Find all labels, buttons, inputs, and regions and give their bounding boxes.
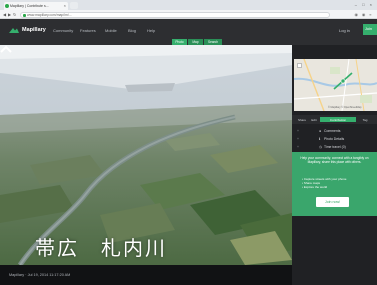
tab-tag[interactable]: Tag xyxy=(358,117,372,122)
join-now-button[interactable]: Join now! xyxy=(316,197,349,207)
nav-community[interactable]: Community xyxy=(53,28,73,33)
tab-contribution[interactable]: Contribution xyxy=(320,117,356,122)
side-panel: © Mapillary © OpenStreetMap Share Edit C… xyxy=(292,45,377,285)
login-link[interactable]: Log in xyxy=(339,28,350,33)
expand-icon: + xyxy=(297,144,299,149)
photo-viewer[interactable]: 帯広 札内川 Mapillary · Jul 19, 2014 11:17:20… xyxy=(0,45,292,285)
new-tab-button[interactable] xyxy=(70,2,78,9)
nav-blog[interactable]: Blog xyxy=(128,28,136,33)
app-header: Mapillary Community Features Mobile Blog… xyxy=(0,19,377,45)
comments-row[interactable]: + ● Comments xyxy=(292,127,377,135)
mini-map[interactable]: © Mapillary © OpenStreetMap xyxy=(294,59,377,111)
photo-details-label: Photo Details xyxy=(324,136,345,141)
address-bar: ◀ ▶ ↻ www.mapillary.com/map/im/... ☆ ◉ ◉… xyxy=(0,10,377,19)
comments-label: Comments xyxy=(324,128,341,133)
tab-share[interactable]: Share xyxy=(296,117,308,122)
viewer-footer: Mapillary · Jul 19, 2014 11:17:20 AM xyxy=(0,265,292,285)
callout-text: Help your community, connect with a tang… xyxy=(300,156,369,164)
browser-tab-bar: Mapillary | Contribute s... × – □ × xyxy=(0,0,377,10)
map-zoom-control[interactable] xyxy=(297,63,302,68)
expand-icon: + xyxy=(297,128,299,133)
url-field[interactable]: www.mapillary.com/map/im/... ☆ xyxy=(20,11,330,18)
map-attribution: © Mapillary © OpenStreetMap xyxy=(328,106,362,109)
time-travel-label: Time travel (0) xyxy=(324,144,346,149)
tab-edit[interactable]: Edit xyxy=(309,117,319,122)
join-callout: Help your community, connect with a tang… xyxy=(292,152,377,216)
expand-icon: + xyxy=(297,136,299,141)
nav-mobile[interactable]: Mobile xyxy=(105,28,117,33)
reload-icon[interactable]: ↻ xyxy=(13,12,16,17)
panel-tabs: Share Edit Contribution Tag xyxy=(292,115,377,124)
favicon-icon xyxy=(5,4,9,8)
time-travel-row[interactable]: + ◷ Time travel (0) xyxy=(292,143,377,151)
extension-icons[interactable]: ◉ ◉ ≡ xyxy=(355,12,373,17)
tab-title: Mapillary | Contribute s... xyxy=(10,4,49,8)
info-icon: ℹ xyxy=(319,136,321,141)
callout-item: • Explore the world xyxy=(302,185,328,190)
browser-tab[interactable]: Mapillary | Contribute s... × xyxy=(4,2,68,10)
forward-icon[interactable]: ▶ xyxy=(8,12,11,17)
url-text: www.mapillary.com/map/im/... xyxy=(27,13,72,18)
comment-icon: ● xyxy=(319,128,322,133)
nav-help[interactable]: Help xyxy=(147,28,155,33)
photo-details-row[interactable]: + ℹ Photo Details xyxy=(292,135,377,143)
signup-button[interactable]: Join xyxy=(363,24,377,35)
photo-timestamp: Mapillary · Jul 19, 2014 11:17:20 AM xyxy=(9,273,71,277)
lock-icon xyxy=(22,13,26,17)
brand-name[interactable]: Mapillary xyxy=(22,27,46,33)
nav-features[interactable]: Features xyxy=(80,28,96,33)
clock-icon: ◷ xyxy=(319,144,322,149)
chevron-up-icon[interactable] xyxy=(0,45,12,53)
map-tiles xyxy=(294,59,377,111)
close-tab-icon[interactable]: × xyxy=(64,3,66,8)
callout-list: • Capture streets with your phone • Shar… xyxy=(302,177,346,190)
photo-caption: 帯広 札内川 xyxy=(35,236,167,260)
mapillary-logo-icon xyxy=(9,28,19,33)
back-icon[interactable]: ◀ xyxy=(3,12,6,17)
window-controls[interactable]: – □ × xyxy=(355,2,374,7)
